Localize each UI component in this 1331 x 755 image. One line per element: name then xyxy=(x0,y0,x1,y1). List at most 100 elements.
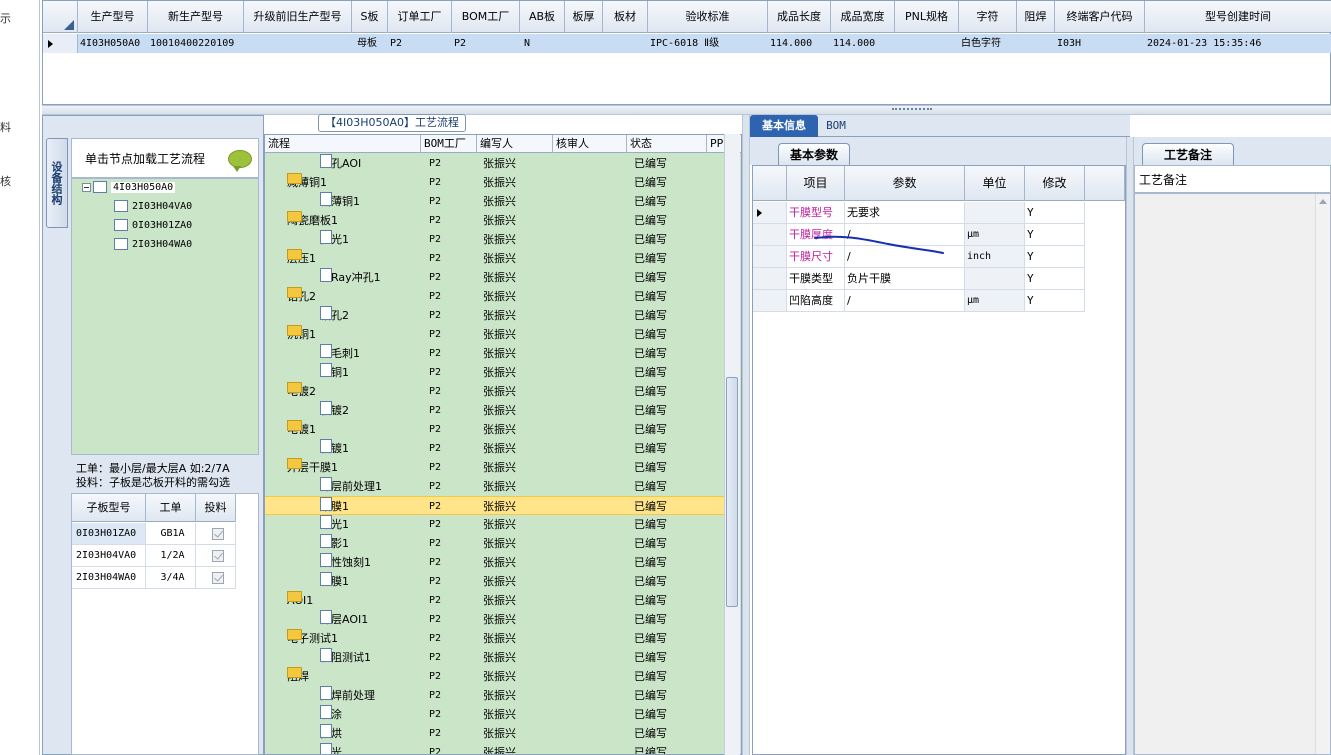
flow-row[interactable]: 阻焊 P2 张振兴 已编写 xyxy=(265,667,725,686)
param-modify[interactable]: Y xyxy=(1025,246,1085,268)
table-cell[interactable] xyxy=(565,34,603,53)
flow-row[interactable]: 减薄铜1 P2 张振兴 已编写 xyxy=(265,173,725,192)
feed-checkbox[interactable] xyxy=(212,550,224,562)
flow-row[interactable]: 酸性蚀刻1 P2 张振兴 已编写 xyxy=(265,553,725,572)
table-cell[interactable]: GB1A xyxy=(146,523,196,545)
column-header[interactable]: 流程 xyxy=(265,135,421,153)
table-cell[interactable]: P2 xyxy=(388,34,452,53)
column-header[interactable]: 生产型号 xyxy=(78,1,148,33)
tree-node[interactable]: 2I03H04VA0 xyxy=(114,198,192,216)
notes-textarea[interactable] xyxy=(1134,193,1331,755)
column-header[interactable]: 编写人 xyxy=(477,135,553,153)
param-item[interactable]: 干膜类型 xyxy=(787,268,845,290)
flow-row[interactable]: 沉铜1 P2 张振兴 已编写 xyxy=(265,325,725,344)
param-unit[interactable] xyxy=(965,268,1025,290)
param-unit[interactable]: μm xyxy=(965,224,1025,246)
param-unit[interactable]: μm xyxy=(965,290,1025,312)
row-indicator[interactable] xyxy=(753,290,787,312)
param-value[interactable]: / xyxy=(845,290,965,312)
table-cell[interactable] xyxy=(244,34,352,53)
tree-node[interactable]: 0I03H01ZA0 xyxy=(114,217,192,235)
flow-row[interactable]: 外层干膜1 P2 张振兴 已编写 xyxy=(265,458,725,477)
table-cell[interactable]: 3/4A xyxy=(146,567,196,589)
flow-row[interactable]: 外层前处理1 P2 张振兴 已编写 xyxy=(265,477,725,496)
table-cell[interactable]: 1/2A xyxy=(146,545,196,567)
param-modify[interactable]: Y xyxy=(1025,224,1085,246)
row-indicator[interactable] xyxy=(43,34,78,53)
column-header[interactable]: 型号创建时间 xyxy=(1145,1,1331,33)
row-indicator[interactable] xyxy=(753,224,787,246)
table-cell[interactable] xyxy=(603,34,648,53)
tree-node[interactable]: 2I03H04WA0 xyxy=(114,236,192,254)
column-header[interactable]: BOM工厂 xyxy=(452,1,520,33)
flow-row[interactable]: 曝光 P2 张振兴 已编写 xyxy=(265,743,725,754)
column-header[interactable]: 新生产型号 xyxy=(148,1,244,33)
feed-checkbox[interactable] xyxy=(212,572,224,584)
column-header[interactable]: 板厚 xyxy=(565,1,603,33)
column-header[interactable]: 订单工厂 xyxy=(388,1,452,33)
column-header[interactable]: BOM工厂 xyxy=(421,135,477,153)
flow-row[interactable]: AOI1 P2 张振兴 已编写 xyxy=(265,591,725,610)
table-cell[interactable]: 2I03H04WA0 xyxy=(72,567,146,589)
param-value[interactable]: 无要求 xyxy=(845,202,965,224)
table-cell[interactable]: P2 xyxy=(452,34,520,53)
table-cell[interactable]: 114.000 xyxy=(768,34,831,53)
row-indicator[interactable] xyxy=(753,202,787,224)
flow-row[interactable]: 阻焊前处理 P2 张振兴 已编写 xyxy=(265,686,725,705)
flow-row[interactable]: 沉铜1 P2 张振兴 已编写 xyxy=(265,363,725,382)
table-cell[interactable]: 0I03H01ZA0 xyxy=(72,523,146,545)
flow-row[interactable]: 曝光1 P2 张振兴 已编写 xyxy=(265,515,725,534)
flow-row[interactable]: 板镀1 P2 张振兴 已编写 xyxy=(265,439,725,458)
column-header[interactable]: 终端客户代码 xyxy=(1055,1,1145,33)
column-header[interactable]: 修改 xyxy=(1025,166,1085,201)
param-modify[interactable]: Y xyxy=(1025,268,1085,290)
table-cell[interactable]: 2I03H04VA0 xyxy=(72,545,146,567)
collapse-icon[interactable] xyxy=(82,182,91,192)
column-header[interactable]: 阻焊 xyxy=(1017,1,1055,33)
tree-node-root[interactable]: 4I03H050A0 xyxy=(82,179,176,197)
table-cell[interactable]: I03H xyxy=(1055,34,1145,53)
table-cell[interactable] xyxy=(1017,34,1055,53)
row-indicator[interactable] xyxy=(753,268,787,290)
table-cell[interactable] xyxy=(895,34,959,53)
flow-row[interactable]: 电镀1 P2 张振兴 已编写 xyxy=(265,420,725,439)
flow-row[interactable]: 退膜1 P2 张振兴 已编写 xyxy=(265,572,725,591)
column-header[interactable]: 升级前旧生产型号 xyxy=(244,1,352,33)
horizontal-splitter[interactable] xyxy=(42,105,1331,115)
flow-scroll-thumb[interactable] xyxy=(726,377,738,607)
vertical-splitter[interactable] xyxy=(1126,137,1134,755)
column-header[interactable]: 核审人 xyxy=(553,135,627,153)
tab-basic-info[interactable]: 基本信息 xyxy=(750,115,818,137)
param-item[interactable]: 干膜型号 xyxy=(787,202,845,224)
column-header[interactable]: 子板型号 xyxy=(72,494,146,522)
flow-row[interactable]: 陶瓷磨板1 P2 张振兴 已编写 xyxy=(265,211,725,230)
flow-row[interactable]: 电镀2 P2 张振兴 已编写 xyxy=(265,382,725,401)
flow-row[interactable]: 抛光1 P2 张振兴 已编写 xyxy=(265,230,725,249)
column-header[interactable]: 工单 xyxy=(146,494,196,522)
param-unit[interactable]: inch xyxy=(965,246,1025,268)
flow-row[interactable]: 贴膜1 P2 张振兴 已编写 xyxy=(265,496,725,515)
column-header[interactable]: 项目 xyxy=(787,166,845,201)
notes-scrollbar[interactable] xyxy=(1315,194,1330,754)
select-all-corner[interactable] xyxy=(753,166,787,201)
column-header[interactable]: 参数 xyxy=(845,166,965,201)
flow-row[interactable]: 层压1 P2 张振兴 已编写 xyxy=(265,249,725,268)
flow-row[interactable]: 显影1 P2 张振兴 已编写 xyxy=(265,534,725,553)
table-cell[interactable]: 母板 xyxy=(355,34,391,53)
flow-row[interactable]: 外层AOI1 P2 张振兴 已编写 xyxy=(265,610,725,629)
column-header[interactable]: S板 xyxy=(352,1,388,33)
flow-row[interactable]: 预烘 P2 张振兴 已编写 xyxy=(265,724,725,743)
table-cell[interactable]: 白色字符 xyxy=(959,34,1017,53)
column-header[interactable]: 投料 xyxy=(196,494,236,522)
tab-basic-params[interactable]: 基本参数 xyxy=(778,143,850,165)
flow-row[interactable]: X-Ray冲孔1 P2 张振兴 已编写 xyxy=(265,268,725,287)
table-cell[interactable]: 2024-01-23 15:35:46 xyxy=(1145,34,1331,53)
param-unit[interactable] xyxy=(965,202,1025,224)
device-structure-tab[interactable]: 设备结构 xyxy=(46,138,68,228)
column-header[interactable]: 成品宽度 xyxy=(831,1,895,33)
table-cell[interactable]: 10010400220109 xyxy=(148,34,244,53)
row-indicator[interactable] xyxy=(753,246,787,268)
column-header[interactable]: PNL规格 xyxy=(895,1,959,33)
flow-row[interactable]: 板镀2 P2 张振兴 已编写 xyxy=(265,401,725,420)
feed-checkbox[interactable] xyxy=(212,528,224,540)
